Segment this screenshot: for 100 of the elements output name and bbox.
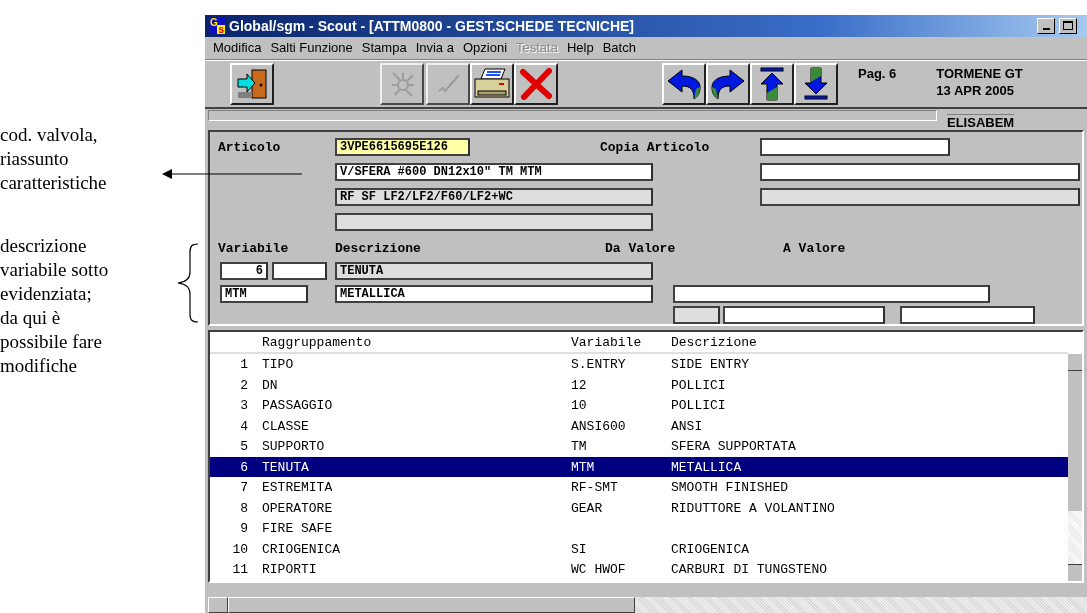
row-number: 7	[239, 480, 248, 496]
description-cell: POLLICI	[671, 398, 726, 414]
page-number: Pag. 6	[858, 64, 897, 83]
list-row[interactable]: 5 SUPPORTO TM SFERA SUPPORTATA	[210, 436, 1068, 457]
row-number: 2	[239, 377, 248, 393]
group-cell-text: RIPORTI	[262, 562, 318, 578]
column-header: Variabile	[571, 334, 643, 350]
description-cell: ANSI	[671, 418, 703, 434]
group-cell-text: TIPO	[262, 357, 295, 373]
description-cell: METALLICA	[671, 459, 742, 475]
description-field[interactable]: V/SFERA #600 DN12x10" TM MTM	[335, 163, 653, 182]
variable-cell-text: S.ENTRY	[571, 357, 627, 373]
description-cell: SMOOTH FINISHED	[671, 480, 789, 496]
value-field[interactable]	[673, 306, 720, 325]
field-label: Articolo	[218, 139, 282, 155]
list-row[interactable]: 2 DN 12 POLLICI	[210, 374, 1068, 396]
description-field[interactable]	[760, 188, 1080, 207]
horizontal-scrollbar[interactable]	[208, 597, 1087, 613]
variable-cell-text: GEAR	[571, 500, 604, 516]
column-label: Descrizione	[335, 240, 422, 256]
list-row[interactable]: 11 RIPORTI WC HWOF CARBURI DI TUNGSTENO	[210, 559, 1068, 580]
column-label: A Valore	[783, 240, 847, 256]
minimize-icon	[1042, 27, 1050, 30]
group-cell-text: CRIOGENICA	[262, 541, 341, 557]
minimize-button[interactable]	[1037, 17, 1055, 34]
menu-item[interactable]: Modifica	[213, 40, 262, 56]
vertical-scrollbar[interactable]	[1068, 354, 1082, 582]
app-logo: G s	[209, 17, 225, 34]
value-field[interactable]	[723, 306, 885, 325]
back-button[interactable]	[662, 62, 706, 105]
copy-article-field[interactable]	[760, 138, 950, 157]
menu-item[interactable]: Opzioni	[462, 40, 507, 56]
description-cell: SIDE ENTRY	[671, 357, 749, 373]
group-cell-text: TENUTA	[262, 459, 310, 475]
list-row[interactable]: 1 TIPO S.ENTRY SIDE ENTRY	[210, 354, 1068, 375]
forward-button[interactable]	[706, 62, 750, 105]
description-field[interactable]: RF SF LF2/LF2/F60/LF2+WC	[335, 188, 653, 207]
description-cell: POLLICI	[671, 377, 726, 393]
list-row[interactable]: 7 ESTREMITA RF-SMT SMOOTH FINISHED	[210, 477, 1068, 498]
description-field[interactable]	[335, 213, 653, 232]
list-row[interactable]: 4 CLASSE ANSI600 ANSI	[210, 415, 1068, 437]
row-number: 4	[239, 418, 248, 434]
row-number: 9	[239, 521, 248, 537]
variable-number-field[interactable]: 6	[220, 262, 268, 281]
group-cell-text: SUPPORTO	[262, 439, 326, 455]
list-row[interactable]: 9 FIRE SAFE	[210, 518, 1068, 539]
column-header: Raggruppamento	[262, 334, 373, 350]
forward-arrow-icon	[710, 66, 746, 101]
menu-item[interactable]: Batch	[602, 40, 636, 56]
row-number: 1	[239, 357, 248, 373]
variable-code-field[interactable]: MTM	[220, 285, 308, 304]
group-cell-text: PASSAGGIO	[262, 398, 334, 414]
row-number: 11	[231, 562, 248, 578]
from-value-field[interactable]	[673, 285, 990, 304]
annotation-text: descrizione variabile sotto evidenziata; da qui è possibile fare modifiche	[0, 234, 110, 378]
window-title: Global/sgm - Scout - [ATTM0800 - GEST.SCHEDE TECNICHE]	[229, 17, 635, 34]
last-button[interactable]	[794, 62, 838, 105]
variable-cell-text: WC HWOF	[571, 562, 627, 578]
menu-item[interactable]: Stampa	[361, 40, 407, 56]
description-cell: CRIOGENICA	[671, 541, 749, 557]
cancel-x-icon	[519, 67, 553, 100]
arrow-up-bar-icon	[757, 66, 787, 101]
group-description-field[interactable]: TENUTA	[335, 262, 653, 281]
list-row[interactable]: 3 PASSAGGIO 10 POLLICI	[210, 395, 1068, 416]
list-row[interactable]: 8 OPERATORE GEAR RIDUTTORE A VOLANTINO	[210, 497, 1068, 519]
list-row[interactable]: 6 TENUTA MTM METALLICA	[210, 456, 1068, 478]
menu-item[interactable]: Invia a	[415, 40, 454, 56]
first-button[interactable]	[750, 62, 794, 105]
group-cell-text: OPERATORE	[262, 500, 334, 516]
column-header: Descrizione	[671, 334, 757, 350]
description-field[interactable]	[760, 163, 1080, 182]
row-number: 3	[239, 398, 248, 414]
back-arrow-icon	[666, 66, 702, 101]
exit-door-icon	[236, 67, 268, 100]
variable-cell-text: ANSI600	[571, 418, 627, 434]
group-cell-text: FIRE SAFE	[262, 521, 334, 537]
menu-item[interactable]: Salti Funzione	[270, 40, 353, 56]
group-cell-text: CLASSE	[262, 418, 310, 434]
variable-cell-text: MTM	[571, 459, 596, 475]
exit-button[interactable]	[230, 62, 274, 105]
column-label: Da Valore	[605, 240, 677, 256]
description-cell: RIDUTTORE A VOLANTINO	[671, 500, 835, 516]
article-code-field[interactable]: 3VPE6615695E126	[335, 138, 470, 157]
print-button[interactable]	[470, 62, 514, 105]
variable-cell-text: SI	[571, 541, 588, 557]
cancel-button[interactable]	[514, 62, 558, 105]
arrow-down-bar-icon	[801, 66, 831, 101]
variable-sub-field[interactable]	[272, 262, 327, 281]
variable-cell-text: 10	[571, 398, 588, 414]
group-cell-text: ESTREMITA	[262, 480, 334, 496]
value-field[interactable]	[900, 306, 1035, 325]
printer-icon	[473, 66, 511, 101]
list-row[interactable]: 10 CRIOGENICA SI CRIOGENICA	[210, 538, 1068, 560]
variable-cell-text: TM	[571, 439, 588, 455]
variable-description-field[interactable]: METALLICA	[335, 285, 653, 304]
maximize-button[interactable]	[1059, 17, 1077, 34]
menu-item[interactable]: Help	[566, 40, 594, 56]
row-number: 5	[239, 439, 248, 455]
company-name: TORMENE GT	[936, 64, 1023, 82]
description-cell: CARBURI DI TUNGSTENO	[671, 562, 828, 578]
